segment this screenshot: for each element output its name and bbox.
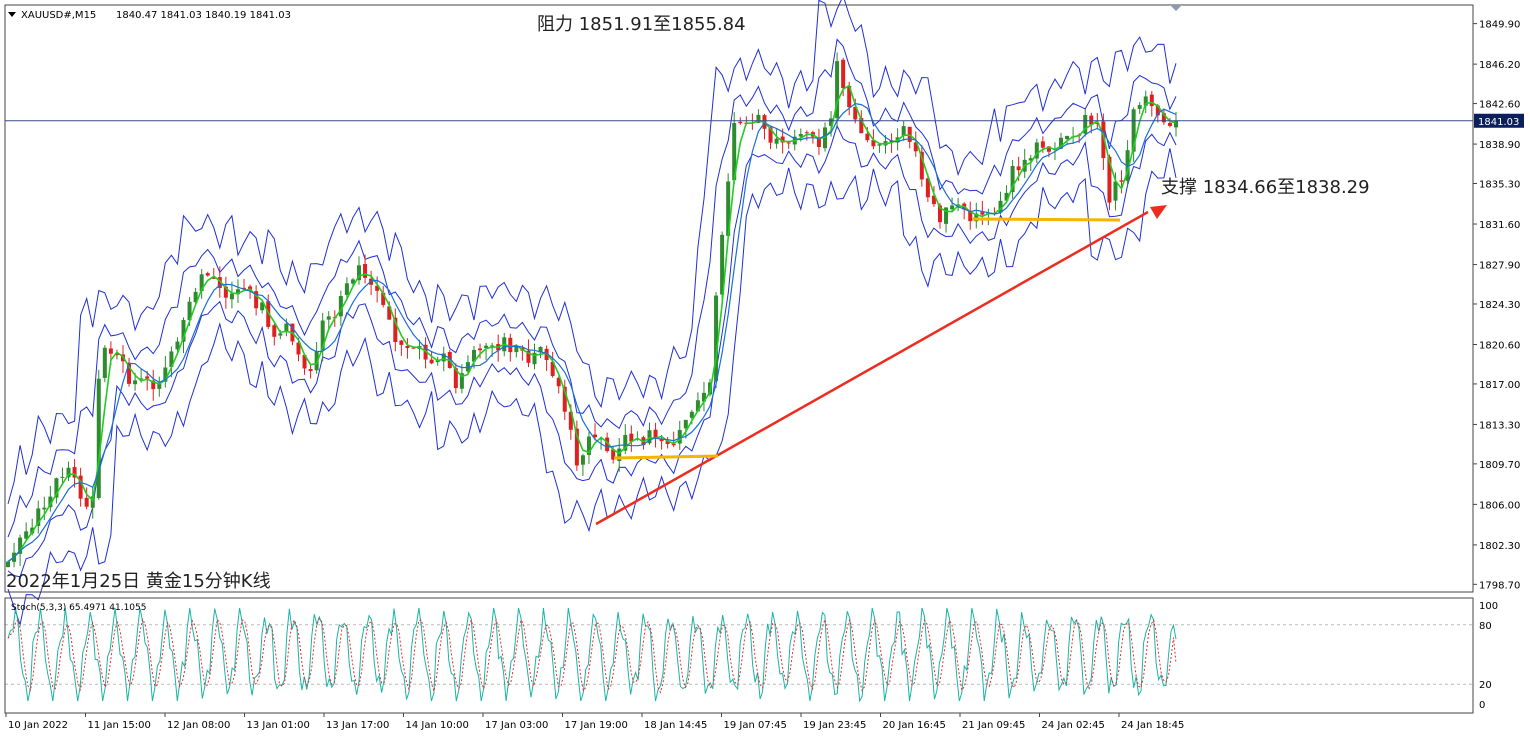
y-tick-label: 1827.90 — [1479, 261, 1520, 272]
stoch-y-tick-label: 0 — [1479, 700, 1485, 711]
candle-body — [1040, 141, 1045, 148]
candle-body — [60, 476, 65, 478]
candle-body — [980, 212, 985, 215]
x-tick-label: 18 Jan 14:45 — [644, 720, 707, 731]
y-tick-label: 1842.60 — [1479, 100, 1520, 111]
x-tick-label: 12 Jan 08:00 — [167, 720, 230, 731]
stoch-indicator-label: Stoch(5,3,3) 65.4971 41.1055 — [11, 603, 146, 613]
x-tick-label: 13 Jan 01:00 — [247, 720, 310, 731]
candle-body — [1119, 180, 1124, 182]
y-tick-label: 1838.90 — [1479, 140, 1520, 151]
candle-body — [950, 205, 955, 210]
candle-body — [508, 337, 513, 353]
y-tick-label: 1820.60 — [1479, 340, 1520, 351]
y-tick-label: 1802.30 — [1479, 541, 1520, 552]
chart-background — [0, 0, 1530, 744]
x-tick-label: 14 Jan 10:00 — [406, 720, 469, 731]
candle-body — [1065, 135, 1070, 140]
y-tick-label: 1817.00 — [1479, 380, 1520, 391]
candle-body — [108, 348, 113, 354]
support-annotation: 支撑 1834.66至1838.29 — [1161, 177, 1370, 198]
candle-body — [1149, 94, 1154, 107]
x-tick-label: 20 Jan 16:45 — [883, 720, 946, 731]
candle-body — [580, 455, 585, 465]
candle-body — [774, 138, 779, 144]
candle-body — [1174, 120, 1178, 128]
y-tick-label: 1835.30 — [1479, 180, 1520, 191]
x-tick-label: 19 Jan 07:45 — [724, 720, 787, 731]
candle-body — [326, 316, 331, 320]
x-tick-label: 13 Jan 17:00 — [326, 720, 389, 731]
x-tick-label: 21 Jan 09:45 — [962, 720, 1025, 731]
candle-body — [133, 380, 138, 385]
chart-caption: 2022年1月25日 黄金15分钟K线 — [6, 571, 271, 592]
support-line-lower — [613, 454, 719, 460]
candle-body — [308, 369, 313, 371]
y-tick-label: 1846.20 — [1479, 60, 1520, 71]
ohlc-values: 1840.47 1841.03 1840.19 1841.03 — [116, 10, 291, 21]
current-price-label: 1841.03 — [1478, 117, 1519, 128]
candle-body — [877, 144, 882, 146]
candle-body — [490, 345, 495, 347]
candle-body — [1137, 105, 1142, 109]
candle-body — [272, 325, 277, 337]
x-tick-label: 11 Jan 15:00 — [88, 720, 151, 731]
candle-body — [399, 340, 404, 345]
x-tick-label: 17 Jan 19:00 — [565, 720, 628, 731]
support-line-upper — [971, 217, 1121, 222]
y-tick-label: 1813.30 — [1479, 420, 1520, 431]
x-tick-label: 10 Jan 2022 — [8, 720, 68, 731]
symbol-label: XAUUSD#,M15 — [21, 10, 96, 21]
candle-body — [363, 263, 368, 278]
candle-body — [344, 283, 349, 295]
x-tick-label: 24 Jan 18:45 — [1121, 720, 1184, 731]
stoch-y-tick-label: 80 — [1479, 621, 1492, 632]
y-tick-label: 1798.70 — [1479, 580, 1520, 591]
candle-body — [804, 132, 809, 134]
stoch-y-tick-label: 20 — [1479, 680, 1492, 691]
stoch-y-tick-label: 100 — [1479, 601, 1498, 612]
x-tick-label: 24 Jan 02:45 — [1042, 720, 1105, 731]
candle-body — [798, 133, 803, 137]
candle-body — [865, 133, 870, 141]
resistance-annotation: 阻力 1851.91至1855.84 — [537, 14, 746, 35]
y-tick-label: 1809.70 — [1479, 460, 1520, 471]
candle-body — [478, 348, 483, 351]
x-tick-label: 19 Jan 23:45 — [803, 720, 866, 731]
candle-body — [841, 59, 846, 89]
candle-body — [102, 347, 107, 378]
candle-body — [738, 121, 743, 124]
x-tick-label: 17 Jan 03:00 — [485, 720, 548, 731]
candle-body — [429, 359, 434, 364]
candle-body — [1113, 181, 1118, 201]
y-tick-label: 1831.60 — [1479, 220, 1520, 231]
y-tick-label: 1806.00 — [1479, 500, 1520, 511]
candle-body — [683, 419, 688, 429]
candle-body — [84, 497, 89, 507]
candle-body — [1167, 122, 1172, 126]
candle — [102, 345, 107, 383]
candle-body — [278, 333, 283, 336]
candle — [835, 52, 840, 129]
candle-body — [42, 507, 47, 510]
candle — [6, 560, 10, 568]
candle-body — [1016, 166, 1021, 171]
price-chart[interactable]: 1849.90 1846.20 1842.60 1838.90 1835.30 1831.… — [0, 0, 1530, 744]
candle-body — [229, 293, 234, 300]
candle-body — [205, 273, 210, 276]
candle-body — [786, 142, 791, 144]
y-tick-label: 1849.90 — [1479, 20, 1520, 31]
candle — [96, 369, 101, 500]
candle-body — [96, 378, 101, 498]
candle-body — [6, 561, 10, 568]
y-tick-label: 1824.30 — [1479, 300, 1520, 311]
